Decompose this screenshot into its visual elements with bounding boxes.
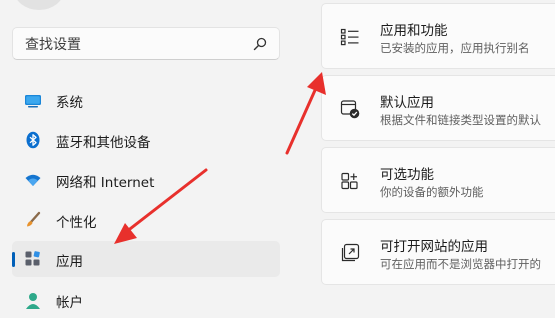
paintbrush-icon xyxy=(27,211,41,227)
monitor-icon xyxy=(25,95,41,108)
card-subtitle: 你的设备的额外功能 xyxy=(380,185,484,199)
card-title: 默认应用 xyxy=(380,95,434,111)
sidebar-item-label: 应用 xyxy=(56,254,83,270)
card-subtitle: 根据文件和链接类型设置的默认 xyxy=(380,113,541,127)
sidebar-item-label: 网络和 Internet xyxy=(56,175,155,191)
search-icon[interactable] xyxy=(253,37,267,51)
sidebar-item-accounts[interactable]: 帐户 xyxy=(12,282,280,318)
sidebar-item-bluetooth[interactable]: 蓝牙和其他设备 xyxy=(12,122,280,158)
optional-features-icon xyxy=(341,172,358,190)
open-web-icon xyxy=(341,243,360,262)
sidebar-item-label: 帐户 xyxy=(56,295,83,311)
card-subtitle: 已安装的应用，应用执行别名 xyxy=(380,41,530,55)
search-box[interactable] xyxy=(12,27,280,60)
avatar[interactable] xyxy=(14,0,64,10)
card-apps-for-websites[interactable]: 可打开网站的应用 可在应用而不是浏览器中打开的 xyxy=(321,219,555,285)
default-apps-icon xyxy=(340,100,360,119)
sidebar-item-label: 系统 xyxy=(56,95,83,111)
sidebar-item-label: 个性化 xyxy=(56,215,97,231)
card-apps-features[interactable]: 应用和功能 已安装的应用，应用执行别名 xyxy=(321,3,555,69)
card-subtitle: 可在应用而不是浏览器中打开的 xyxy=(380,257,541,271)
search-input[interactable] xyxy=(23,34,247,56)
sidebar-item-network[interactable]: 网络和 Internet xyxy=(12,162,280,198)
bluetooth-icon xyxy=(26,131,40,149)
card-default-apps[interactable]: 默认应用 根据文件和链接类型设置的默认 xyxy=(321,75,555,141)
sidebar-item-apps[interactable]: 应用 xyxy=(12,241,280,277)
list-icon xyxy=(340,28,359,46)
card-optional-features[interactable]: 可选功能 你的设备的额外功能 xyxy=(321,147,555,213)
sidebar-item-system[interactable]: 系统 xyxy=(12,82,280,118)
card-title: 可选功能 xyxy=(380,167,434,183)
sidebar-item-label: 蓝牙和其他设备 xyxy=(56,135,151,151)
apps-icon xyxy=(25,251,40,266)
sidebar-item-personalization[interactable]: 个性化 xyxy=(12,202,280,238)
card-title: 可打开网站的应用 xyxy=(380,239,488,255)
card-title: 应用和功能 xyxy=(380,23,448,39)
selection-indicator xyxy=(12,252,15,267)
account-icon xyxy=(26,293,40,309)
wifi-icon xyxy=(25,174,41,186)
